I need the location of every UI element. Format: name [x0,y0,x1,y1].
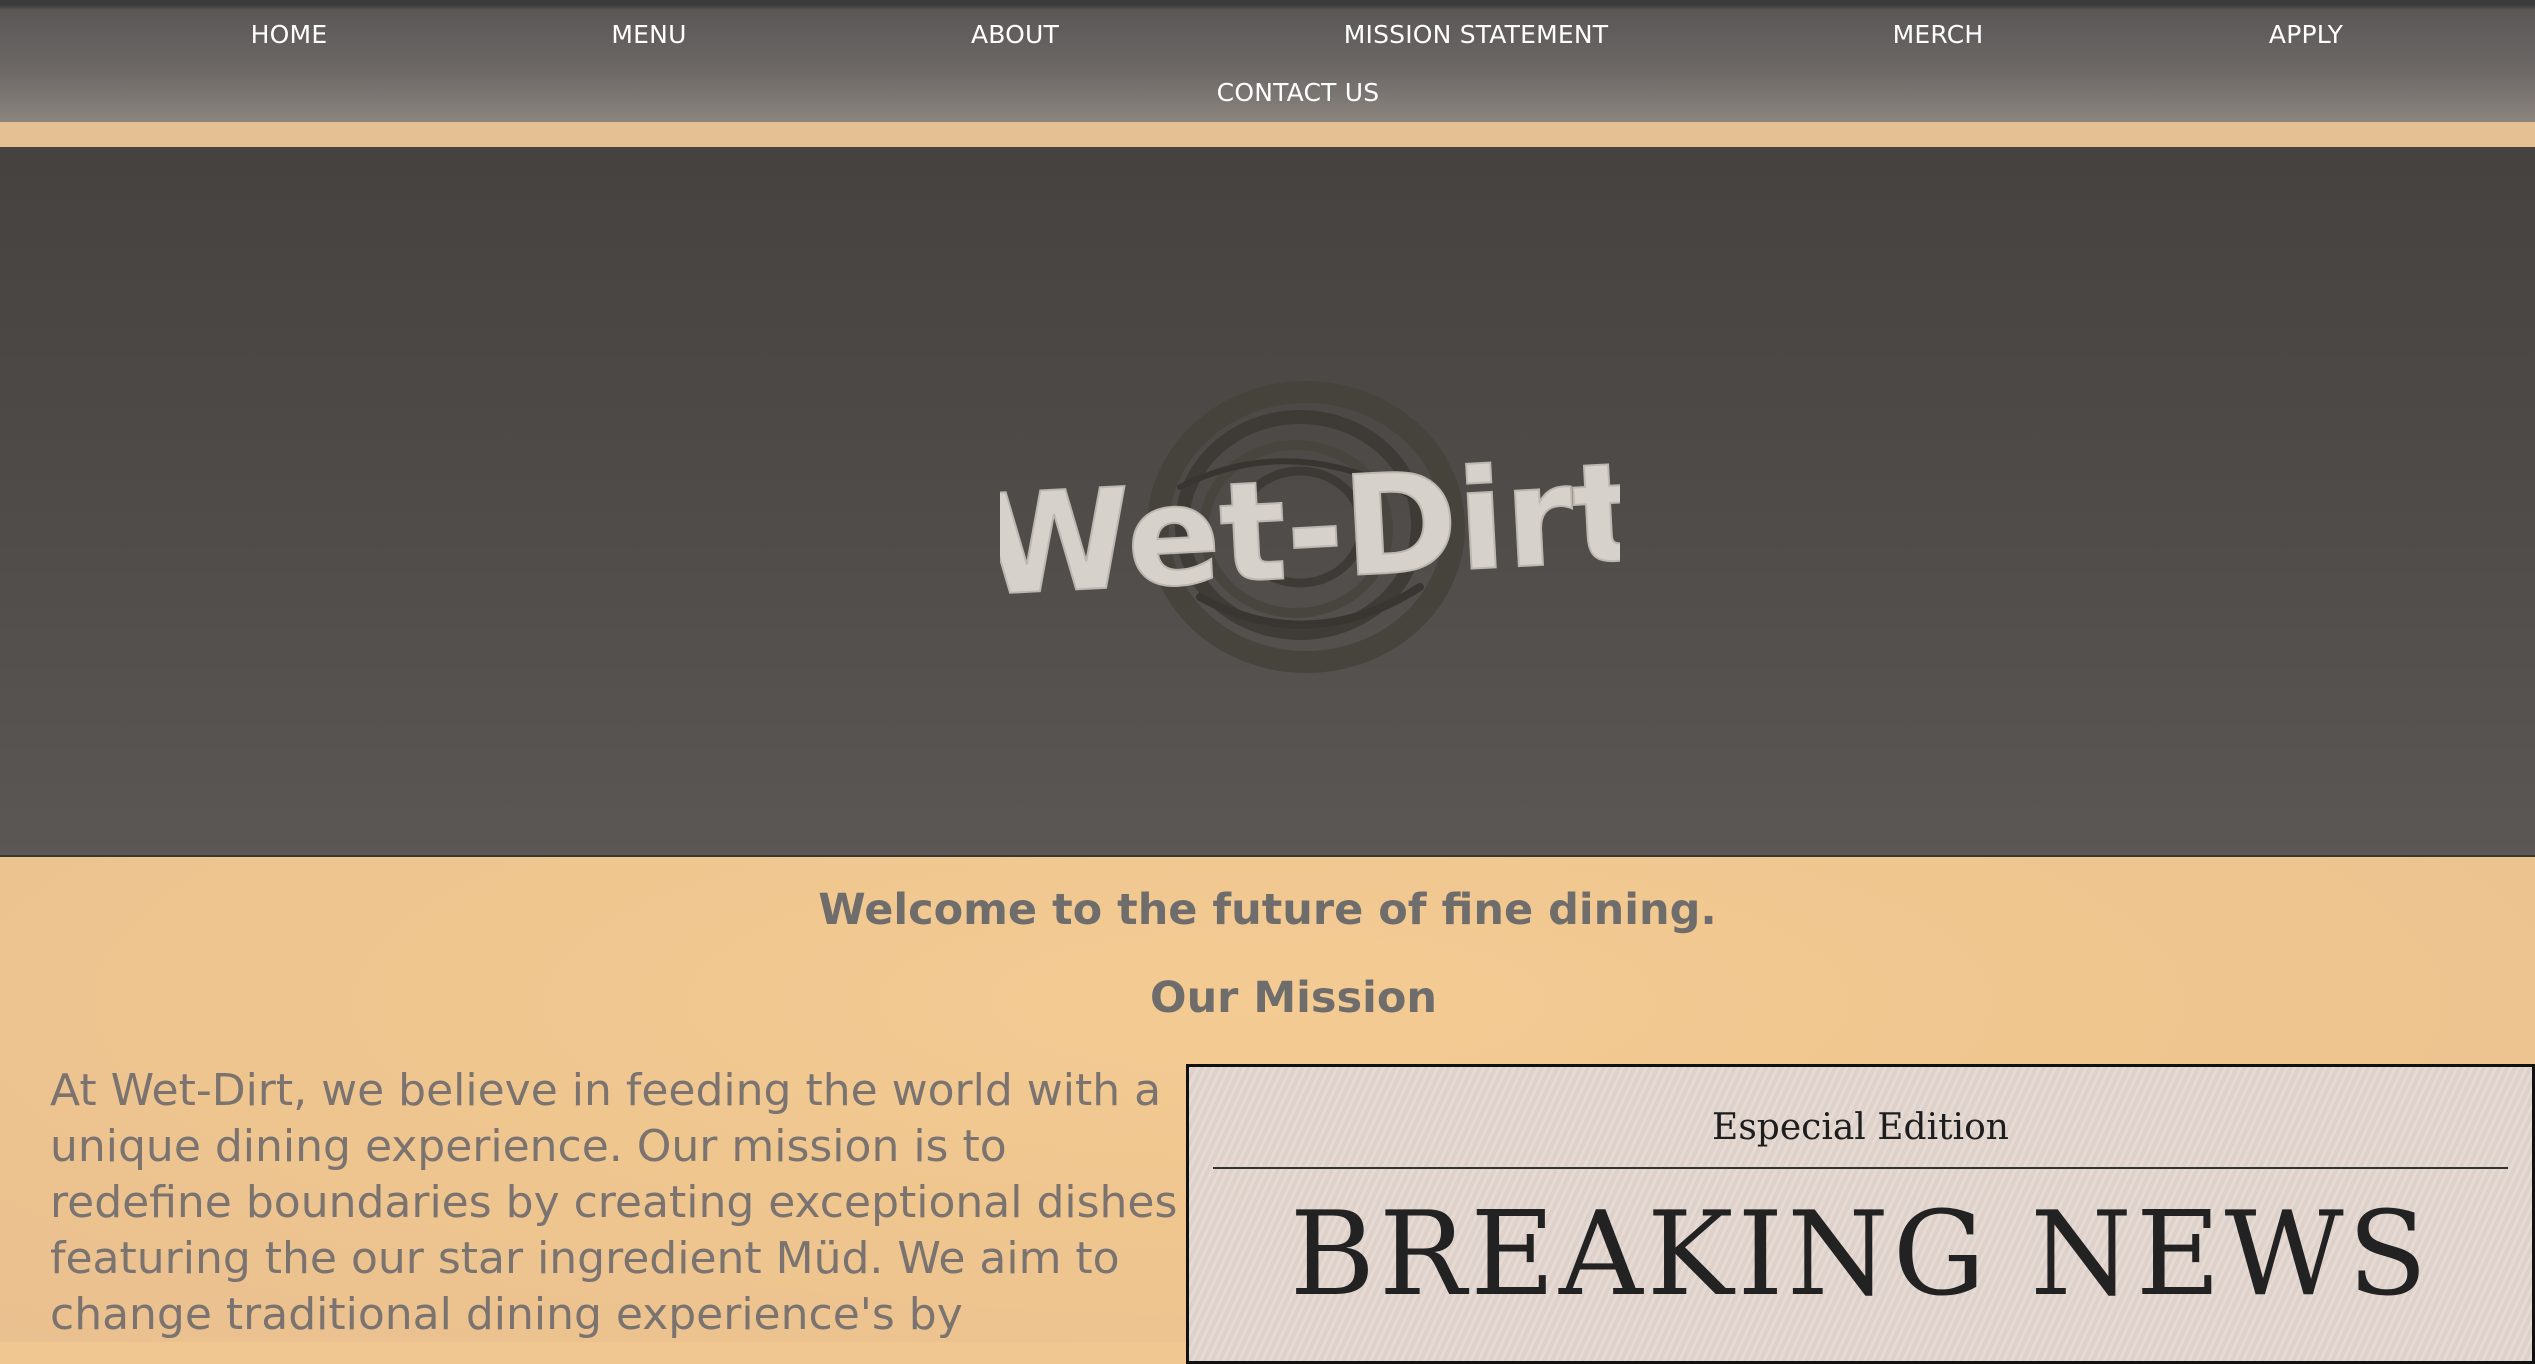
news-edition-label: Especial Edition [1712,1107,2009,1148]
main-content: Welcome to the future of fine dining. Ou… [0,857,2535,1364]
svg-text:Wet-Dirt: Wet-Dirt [1000,432,1620,627]
nav-about-link[interactable]: ABOUT [971,20,1059,49]
welcome-heading: Welcome to the future of fine dining. [818,885,1717,935]
mission-paragraph: At Wet-Dirt, we believe in feeding the w… [50,1065,1178,1340]
news-headline: BREAKING NEWS [1289,1187,2432,1322]
wet-dirt-logo: Wet-Dirt [1000,381,1620,673]
breaking-news-image: Especial Edition BREAKING NEWS [1186,1064,2535,1364]
nav-merch-link[interactable]: MERCH [1893,20,1984,49]
nav-home-link[interactable]: HOME [251,20,328,49]
nav-mission-statement-link[interactable]: MISSION STATEMENT [1344,20,1609,49]
mission-heading: Our Mission [1150,973,1437,1023]
nav-apply-link[interactable]: APPLY [2269,20,2343,49]
news-divider [1213,1167,2508,1169]
nav-menu-link[interactable]: MENU [611,20,686,49]
nav-divider-strip [0,122,2535,147]
hero-banner: Wet-Dirt [0,147,2535,857]
nav-contact-us-link[interactable]: CONTACT US [1217,78,1380,107]
top-navigation: HOME MENU ABOUT MISSION STATEMENT MERCH … [0,0,2535,122]
